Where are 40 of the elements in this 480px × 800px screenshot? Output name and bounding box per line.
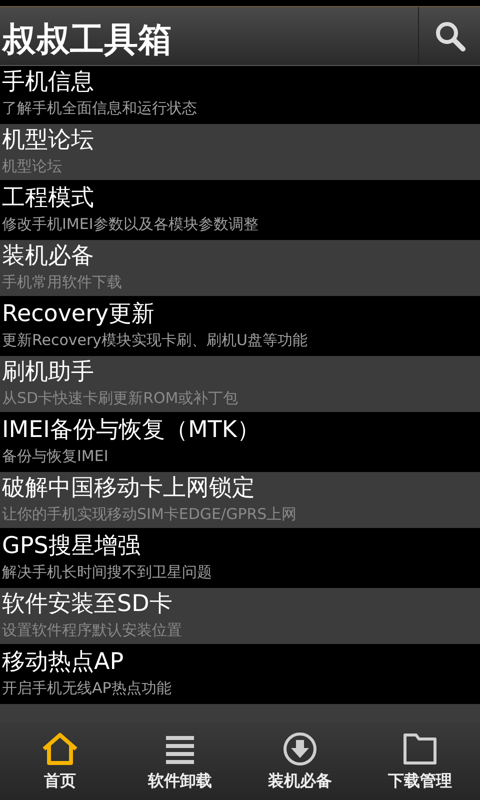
list-item[interactable]: 工程模式 修改手机IMEI参数以及各模块参数调整 xyxy=(0,182,480,238)
item-title: GPS搜星增强 xyxy=(2,532,142,561)
item-title: 软件安装至SD卡 xyxy=(2,590,174,619)
tab[interactable]: 软件卸载 xyxy=(120,722,240,800)
item-title: Recovery更新 xyxy=(2,300,156,329)
item-subtitle: 修改手机IMEI参数以及各模块参数调整 xyxy=(2,214,260,234)
item-title: 装机必备 xyxy=(2,242,95,271)
list-item[interactable]: 刷机助手 从SD卡快速卡刷更新ROM或补丁包 xyxy=(0,356,480,412)
tab[interactable]: 下载管理 xyxy=(360,722,480,800)
item-title: 工程模式 xyxy=(2,184,95,213)
item-subtitle: 让你的手机实现移动SIM卡EDGE/GPRS上网 xyxy=(2,504,298,524)
list-item[interactable]: 移动热点AP 开启手机无线AP热点功能 xyxy=(0,646,480,702)
list-item[interactable]: 手机信息 了解手机全面信息和运行状态 xyxy=(0,66,480,122)
tab[interactable]: 装机必备 xyxy=(240,722,360,800)
search-icon xyxy=(434,20,466,52)
list-item[interactable]: 破解中国移动卡上网锁定 让你的手机实现移动SIM卡EDGE/GPRS上网 xyxy=(0,472,480,528)
item-subtitle: 解决手机长时间搜不到卫星问题 xyxy=(2,562,213,582)
item-subtitle: 设置软件程序默认安装位置 xyxy=(2,620,183,640)
item-title: 破解中国移动卡上网锁定 xyxy=(2,474,256,503)
item-subtitle: 机型论坛 xyxy=(2,156,63,176)
item-title: 刷机助手 xyxy=(2,358,95,387)
item-subtitle: 手机常用软件下载 xyxy=(2,272,123,292)
item-title: 手机信息 xyxy=(2,68,95,97)
item-subtitle: 开启手机无线AP热点功能 xyxy=(2,678,172,698)
list-item[interactable]: 装机必备 手机常用软件下载 xyxy=(0,240,480,296)
item-title: 移动热点AP xyxy=(2,648,125,677)
app-title: 叔叔工具箱 xyxy=(0,19,172,62)
tab[interactable]: 首页 xyxy=(0,722,120,800)
item-subtitle: 从SD卡快速卡刷更新ROM或补丁包 xyxy=(2,388,240,408)
list-item[interactable]: 机型论坛 机型论坛 xyxy=(0,124,480,180)
item-title: 机型论坛 xyxy=(2,126,95,155)
item-subtitle: 备份与恢复IMEI xyxy=(2,446,110,466)
list-item[interactable]: IMEI备份与恢复（MTK） 备份与恢复IMEI xyxy=(0,414,480,470)
item-subtitle: 了解手机全面信息和运行状态 xyxy=(2,98,198,118)
item-subtitle: 更新Recovery模块实现卡刷、刷机U盘等功能 xyxy=(2,330,309,350)
list-item[interactable]: GPS搜星增强 解决手机长时间搜不到卫星问题 xyxy=(0,530,480,586)
list-item[interactable]: 软件安装至SD卡 设置软件程序默认安装位置 xyxy=(0,588,480,644)
item-title: IMEI备份与恢复（MTK） xyxy=(2,416,261,445)
list-item[interactable]: Recovery更新 更新Recovery模块实现卡刷、刷机U盘等功能 xyxy=(0,298,480,354)
home-icon xyxy=(40,730,80,766)
